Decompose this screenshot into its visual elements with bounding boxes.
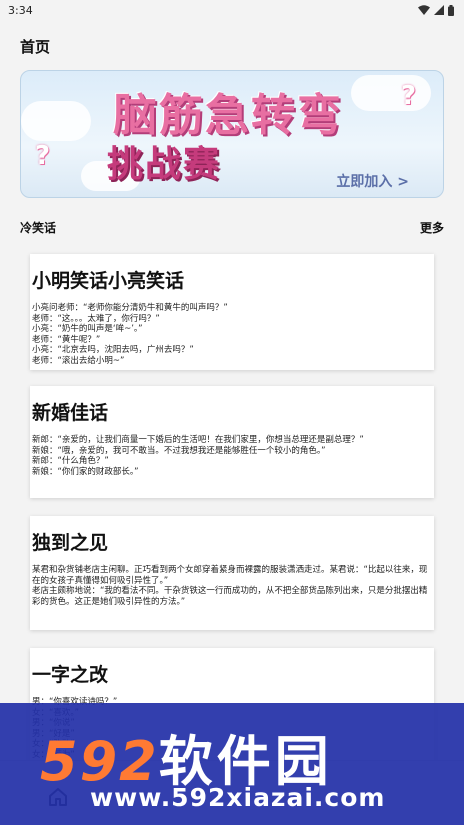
battery-icon	[448, 4, 454, 16]
watermark-url: www.592xiazai.com	[90, 783, 386, 812]
status-time: 3:34	[8, 3, 33, 17]
joke-body: 新郎：“亲爱的，让我们商量一下婚后的生活吧！在我们家里，你想当总理还是副总理？”…	[32, 435, 364, 477]
status-bar: 3:34	[0, 0, 464, 20]
joke-card[interactable]: 独到之见 某君和杂货铺老店主闲聊。正巧看到两个女郎穿着紧身而裸露的服装潇洒走过。…	[30, 516, 434, 630]
wifi-icon	[418, 5, 430, 15]
joke-body: 某君和杂货铺老店主闲聊。正巧看到两个女郎穿着紧身而裸露的服装潇洒走过。某君说：“…	[32, 565, 428, 607]
joke-card[interactable]: 小明笑话小亮笑话 小亮问老师：“老师你能分清奶牛和黄牛的叫声吗？” 老师：“这。…	[30, 254, 434, 370]
joke-body: 小亮问老师：“老师你能分清奶牛和黄牛的叫声吗？” 老师：“这。。。太难了，你行吗…	[32, 303, 228, 366]
question-mark-decoration: ?	[401, 81, 417, 111]
joke-title: 新婚佳话	[32, 402, 109, 424]
cellular-icon	[434, 5, 444, 15]
section-header: 冷笑话 更多	[20, 219, 444, 236]
more-link[interactable]: 更多	[420, 219, 444, 236]
status-icons	[418, 4, 454, 16]
page-title: 首页	[20, 38, 51, 56]
section-title: 冷笑话	[20, 221, 57, 235]
banner-cloud-decoration	[351, 75, 431, 111]
joke-title: 一字之改	[32, 664, 109, 686]
banner-subtitle: 挑战赛	[107, 143, 222, 185]
challenge-banner[interactable]: ? ? 脑筋急转弯 挑战赛 立即加入 >	[20, 70, 444, 198]
banner-title: 脑筋急转弯	[113, 90, 343, 141]
join-now-link[interactable]: 立即加入 >	[336, 171, 409, 191]
joke-card[interactable]: 新婚佳话 新郎：“亲爱的，让我们商量一下婚后的生活吧！在我们家里，你想当总理还是…	[30, 386, 434, 498]
watermark-overlay: 592软件园 www.592xiazai.com	[0, 703, 464, 825]
joke-title: 独到之见	[32, 532, 109, 554]
banner-cloud-decoration	[21, 101, 91, 141]
question-mark-decoration: ?	[35, 141, 51, 171]
joke-title: 小明笑话小亮笑话	[32, 270, 185, 292]
